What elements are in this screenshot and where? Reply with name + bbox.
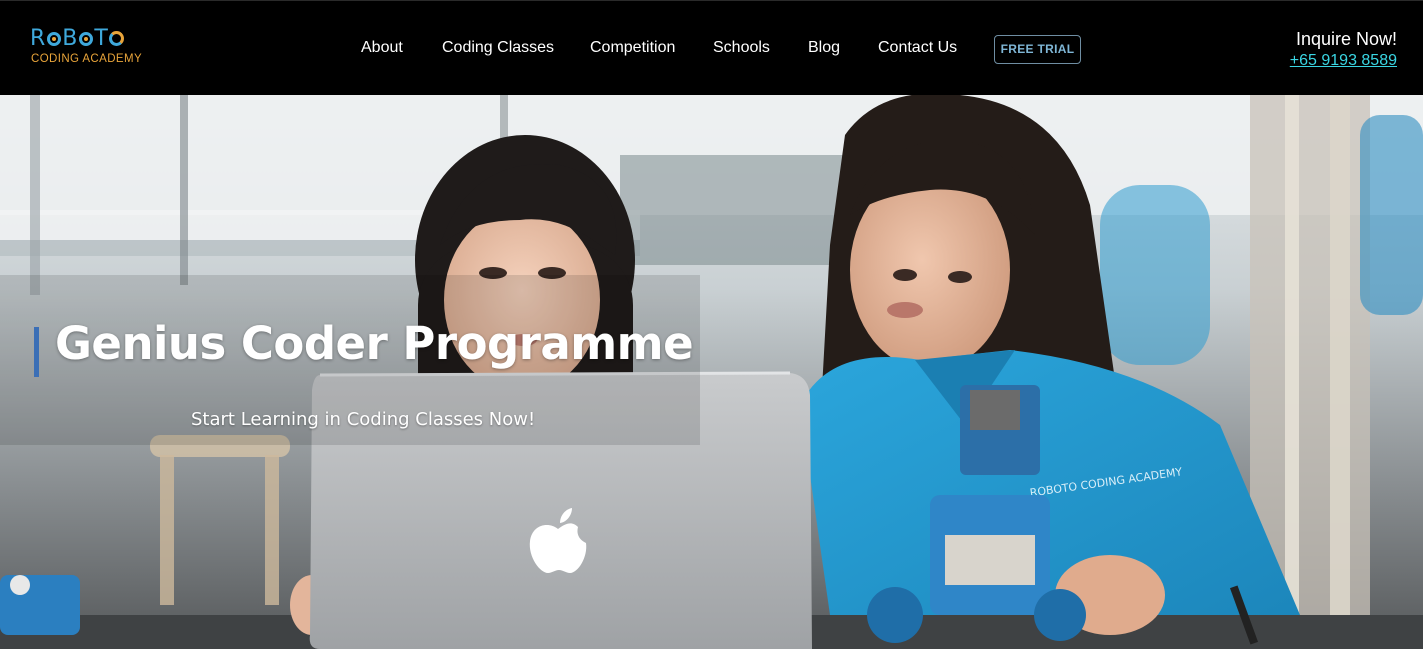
nav-contact-us[interactable]: Contact Us [878,39,957,57]
nav-about[interactable]: About [361,39,403,57]
hero-subtitle: Start Learning in Coding Classes Now! [191,409,536,430]
logo[interactable]: RBT CODING ACADEMY [30,27,160,69]
free-trial-button[interactable]: FREE TRIAL [994,35,1081,64]
nav-blog[interactable]: Blog [808,39,840,57]
nav-coding-classes[interactable]: Coding Classes [442,39,554,57]
inquire-label: Inquire Now! [1295,29,1397,49]
site-header: RBT CODING ACADEMY About Coding Classes … [0,0,1423,95]
page: RBT CODING ACADEMY About Coding Classes … [0,0,1423,649]
nav-schools[interactable]: Schools [713,39,770,57]
logo-wordmark: RBT [30,27,124,51]
hero-title: Genius Coder Programme [55,317,694,370]
nav-competition[interactable]: Competition [590,39,675,57]
phone-link[interactable]: +65 9193 8589 [1290,50,1397,72]
hero-title-accent-bar [34,327,39,377]
hero-banner: ROBOTO CODING ACADEMY Genius Coder Progr… [0,95,1423,649]
hero-photo: ROBOTO CODING ACADEMY [0,95,1423,649]
inquire-block: Inquire Now! +65 9193 8589 [1290,28,1397,72]
logo-tagline: CODING ACADEMY [31,53,143,65]
